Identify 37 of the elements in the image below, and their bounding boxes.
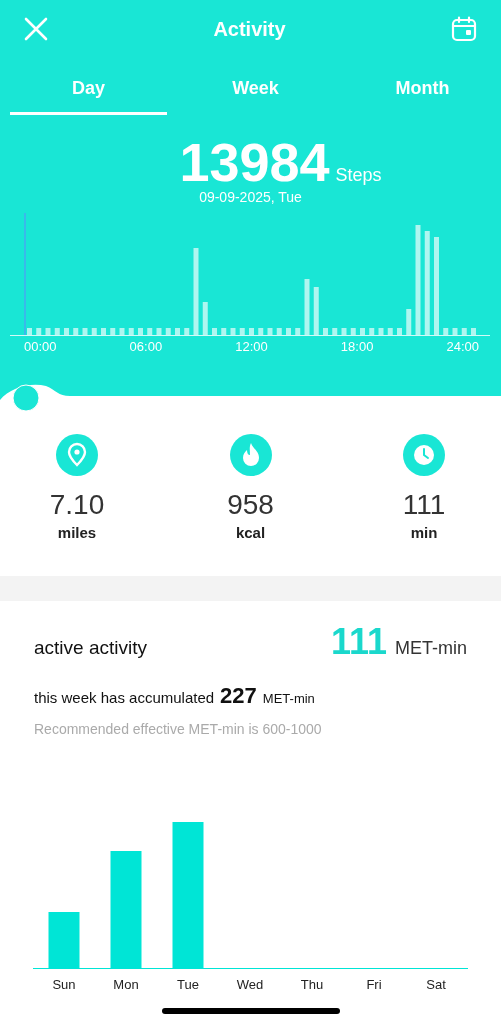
calendar-icon[interactable]	[451, 16, 477, 42]
stat-value: 958	[227, 490, 274, 520]
date-label: 09-09-2025, Tue	[198, 189, 303, 205]
day-label: Fri	[365, 977, 383, 992]
time-label: 24:00	[446, 339, 479, 354]
period-tab[interactable]: Month	[344, 68, 501, 115]
period-tab[interactable]: Week	[177, 68, 334, 115]
day-label: Sun	[51, 977, 77, 992]
step-count: 13984	[179, 135, 330, 189]
period-tab[interactable]: Day	[10, 68, 167, 115]
week-summary-text: this week has accumulated	[34, 689, 215, 706]
stat-value: 111	[402, 490, 446, 520]
stat-unit: min	[410, 524, 438, 541]
stat-value: 7.10	[49, 490, 105, 520]
day-label: Thu	[299, 977, 325, 992]
time-label: 00:00	[24, 339, 57, 354]
clock-icon	[403, 434, 445, 476]
met-unit: MET-min	[395, 638, 467, 659]
flame-icon	[229, 434, 272, 476]
met-value: 111	[330, 621, 387, 663]
day-label: Sat	[425, 977, 447, 992]
day-label: Mon	[112, 977, 140, 992]
close-icon[interactable]	[24, 17, 48, 41]
screen-title: Activity	[213, 17, 286, 41]
stat-unit: kcal	[235, 524, 266, 541]
day-label: Wed	[235, 977, 265, 992]
week-total: 227	[220, 683, 257, 709]
time-label: 06:00	[129, 339, 163, 354]
location-pin-icon	[56, 434, 98, 476]
time-label: 18:00	[340, 339, 374, 354]
stat-unit: miles	[57, 524, 97, 541]
steps-unit: Steps	[335, 165, 382, 186]
time-label: 12:00	[235, 339, 268, 354]
week-unit: MET-min	[262, 691, 315, 706]
day-label: Tue	[176, 977, 200, 992]
section-title: active activity	[34, 637, 147, 659]
recommendation-note: Recommended effective MET-min is 600-1000	[33, 721, 323, 737]
